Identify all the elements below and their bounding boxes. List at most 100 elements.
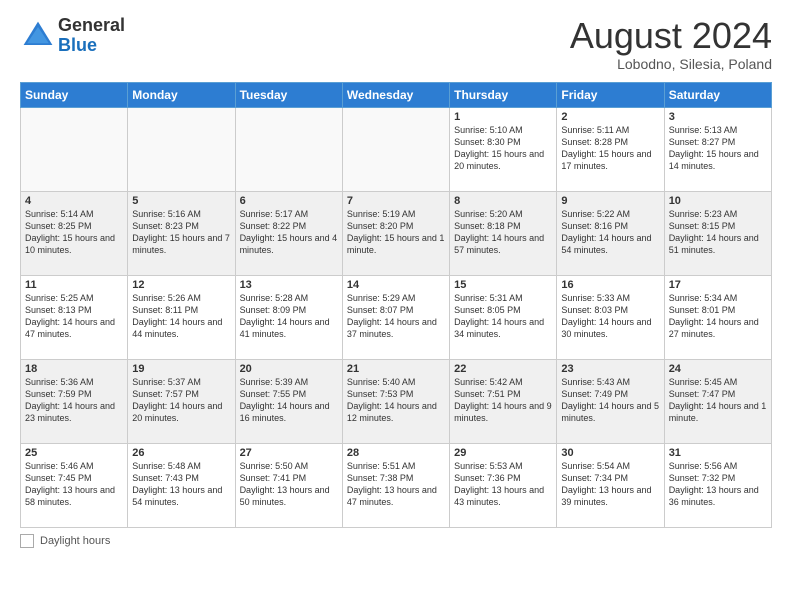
day-info: Sunrise: 5:17 AM Sunset: 8:22 PM Dayligh…: [240, 208, 338, 257]
day-info: Sunrise: 5:33 AM Sunset: 8:03 PM Dayligh…: [561, 292, 659, 341]
week-row-1: 4Sunrise: 5:14 AM Sunset: 8:25 PM Daylig…: [21, 191, 772, 275]
weekday-header-thursday: Thursday: [450, 82, 557, 107]
daylight-box: [20, 534, 34, 548]
day-number: 9: [561, 195, 659, 207]
calendar-cell: 2Sunrise: 5:11 AM Sunset: 8:28 PM Daylig…: [557, 107, 664, 191]
day-info: Sunrise: 5:54 AM Sunset: 7:34 PM Dayligh…: [561, 460, 659, 509]
day-info: Sunrise: 5:31 AM Sunset: 8:05 PM Dayligh…: [454, 292, 552, 341]
calendar-cell: [342, 107, 449, 191]
day-number: 21: [347, 363, 445, 375]
page: General Blue August 2024 Lobodno, Silesi…: [0, 0, 792, 612]
day-number: 11: [25, 279, 123, 291]
weekday-header-saturday: Saturday: [664, 82, 771, 107]
day-number: 2: [561, 111, 659, 123]
day-number: 8: [454, 195, 552, 207]
calendar-cell: 28Sunrise: 5:51 AM Sunset: 7:38 PM Dayli…: [342, 443, 449, 527]
calendar-cell: 22Sunrise: 5:42 AM Sunset: 7:51 PM Dayli…: [450, 359, 557, 443]
day-info: Sunrise: 5:46 AM Sunset: 7:45 PM Dayligh…: [25, 460, 123, 509]
day-info: Sunrise: 5:14 AM Sunset: 8:25 PM Dayligh…: [25, 208, 123, 257]
day-info: Sunrise: 5:43 AM Sunset: 7:49 PM Dayligh…: [561, 376, 659, 425]
day-number: 24: [669, 363, 767, 375]
day-number: 18: [25, 363, 123, 375]
day-number: 29: [454, 447, 552, 459]
day-number: 28: [347, 447, 445, 459]
calendar-cell: 23Sunrise: 5:43 AM Sunset: 7:49 PM Dayli…: [557, 359, 664, 443]
calendar-cell: 12Sunrise: 5:26 AM Sunset: 8:11 PM Dayli…: [128, 275, 235, 359]
calendar-cell: 4Sunrise: 5:14 AM Sunset: 8:25 PM Daylig…: [21, 191, 128, 275]
day-info: Sunrise: 5:36 AM Sunset: 7:59 PM Dayligh…: [25, 376, 123, 425]
weekday-header-sunday: Sunday: [21, 82, 128, 107]
day-number: 5: [132, 195, 230, 207]
weekday-header-row: SundayMondayTuesdayWednesdayThursdayFrid…: [21, 82, 772, 107]
day-number: 20: [240, 363, 338, 375]
day-number: 12: [132, 279, 230, 291]
calendar-cell: 11Sunrise: 5:25 AM Sunset: 8:13 PM Dayli…: [21, 275, 128, 359]
day-info: Sunrise: 5:28 AM Sunset: 8:09 PM Dayligh…: [240, 292, 338, 341]
calendar-cell: 30Sunrise: 5:54 AM Sunset: 7:34 PM Dayli…: [557, 443, 664, 527]
day-info: Sunrise: 5:53 AM Sunset: 7:36 PM Dayligh…: [454, 460, 552, 509]
calendar-cell: 25Sunrise: 5:46 AM Sunset: 7:45 PM Dayli…: [21, 443, 128, 527]
day-number: 3: [669, 111, 767, 123]
logo-general: General: [58, 15, 125, 35]
day-number: 16: [561, 279, 659, 291]
day-info: Sunrise: 5:50 AM Sunset: 7:41 PM Dayligh…: [240, 460, 338, 509]
calendar-cell: 19Sunrise: 5:37 AM Sunset: 7:57 PM Dayli…: [128, 359, 235, 443]
day-number: 23: [561, 363, 659, 375]
weekday-header-monday: Monday: [128, 82, 235, 107]
logo-icon: [20, 18, 56, 54]
day-number: 26: [132, 447, 230, 459]
calendar-cell: 8Sunrise: 5:20 AM Sunset: 8:18 PM Daylig…: [450, 191, 557, 275]
calendar-cell: 24Sunrise: 5:45 AM Sunset: 7:47 PM Dayli…: [664, 359, 771, 443]
day-info: Sunrise: 5:40 AM Sunset: 7:53 PM Dayligh…: [347, 376, 445, 425]
logo-blue: Blue: [58, 35, 97, 55]
day-info: Sunrise: 5:29 AM Sunset: 8:07 PM Dayligh…: [347, 292, 445, 341]
calendar-cell: 27Sunrise: 5:50 AM Sunset: 7:41 PM Dayli…: [235, 443, 342, 527]
day-number: 7: [347, 195, 445, 207]
day-info: Sunrise: 5:39 AM Sunset: 7:55 PM Dayligh…: [240, 376, 338, 425]
title-block: August 2024 Lobodno, Silesia, Poland: [570, 16, 772, 72]
calendar-cell: 1Sunrise: 5:10 AM Sunset: 8:30 PM Daylig…: [450, 107, 557, 191]
day-number: 27: [240, 447, 338, 459]
day-info: Sunrise: 5:26 AM Sunset: 8:11 PM Dayligh…: [132, 292, 230, 341]
logo: General Blue: [20, 16, 125, 56]
day-number: 22: [454, 363, 552, 375]
day-number: 13: [240, 279, 338, 291]
location: Lobodno, Silesia, Poland: [570, 56, 772, 72]
day-number: 17: [669, 279, 767, 291]
day-info: Sunrise: 5:23 AM Sunset: 8:15 PM Dayligh…: [669, 208, 767, 257]
week-row-3: 18Sunrise: 5:36 AM Sunset: 7:59 PM Dayli…: [21, 359, 772, 443]
day-info: Sunrise: 5:42 AM Sunset: 7:51 PM Dayligh…: [454, 376, 552, 425]
weekday-header-friday: Friday: [557, 82, 664, 107]
day-number: 1: [454, 111, 552, 123]
day-info: Sunrise: 5:37 AM Sunset: 7:57 PM Dayligh…: [132, 376, 230, 425]
calendar-cell: 6Sunrise: 5:17 AM Sunset: 8:22 PM Daylig…: [235, 191, 342, 275]
day-info: Sunrise: 5:22 AM Sunset: 8:16 PM Dayligh…: [561, 208, 659, 257]
calendar-cell: 15Sunrise: 5:31 AM Sunset: 8:05 PM Dayli…: [450, 275, 557, 359]
day-info: Sunrise: 5:16 AM Sunset: 8:23 PM Dayligh…: [132, 208, 230, 257]
calendar-cell: 14Sunrise: 5:29 AM Sunset: 8:07 PM Dayli…: [342, 275, 449, 359]
footer: Daylight hours: [20, 534, 772, 548]
day-number: 10: [669, 195, 767, 207]
weekday-header-tuesday: Tuesday: [235, 82, 342, 107]
calendar-cell: 29Sunrise: 5:53 AM Sunset: 7:36 PM Dayli…: [450, 443, 557, 527]
calendar-cell: 16Sunrise: 5:33 AM Sunset: 8:03 PM Dayli…: [557, 275, 664, 359]
day-info: Sunrise: 5:25 AM Sunset: 8:13 PM Dayligh…: [25, 292, 123, 341]
calendar-cell: 13Sunrise: 5:28 AM Sunset: 8:09 PM Dayli…: [235, 275, 342, 359]
calendar-cell: 31Sunrise: 5:56 AM Sunset: 7:32 PM Dayli…: [664, 443, 771, 527]
calendar-cell: 18Sunrise: 5:36 AM Sunset: 7:59 PM Dayli…: [21, 359, 128, 443]
calendar-cell: 17Sunrise: 5:34 AM Sunset: 8:01 PM Dayli…: [664, 275, 771, 359]
day-info: Sunrise: 5:19 AM Sunset: 8:20 PM Dayligh…: [347, 208, 445, 257]
calendar-table: SundayMondayTuesdayWednesdayThursdayFrid…: [20, 82, 772, 528]
day-info: Sunrise: 5:45 AM Sunset: 7:47 PM Dayligh…: [669, 376, 767, 425]
day-info: Sunrise: 5:11 AM Sunset: 8:28 PM Dayligh…: [561, 124, 659, 173]
calendar-cell: 9Sunrise: 5:22 AM Sunset: 8:16 PM Daylig…: [557, 191, 664, 275]
day-number: 19: [132, 363, 230, 375]
logo-text: General Blue: [58, 16, 125, 56]
day-number: 4: [25, 195, 123, 207]
month-title: August 2024: [570, 16, 772, 56]
header: General Blue August 2024 Lobodno, Silesi…: [20, 16, 772, 72]
week-row-4: 25Sunrise: 5:46 AM Sunset: 7:45 PM Dayli…: [21, 443, 772, 527]
calendar-cell: 26Sunrise: 5:48 AM Sunset: 7:43 PM Dayli…: [128, 443, 235, 527]
day-number: 31: [669, 447, 767, 459]
day-info: Sunrise: 5:51 AM Sunset: 7:38 PM Dayligh…: [347, 460, 445, 509]
